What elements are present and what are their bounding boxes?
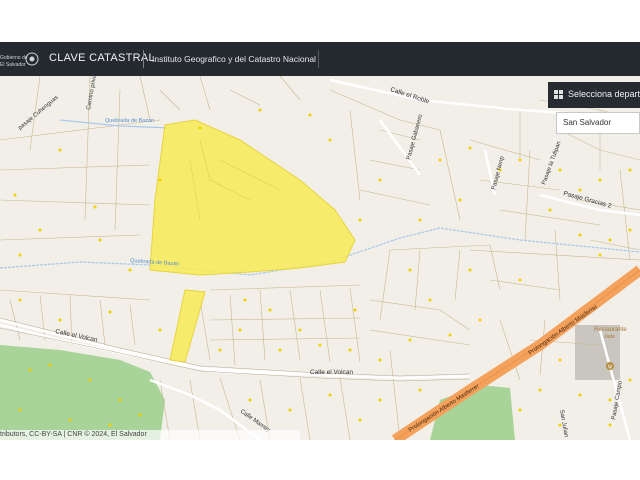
- top-margin: [0, 0, 640, 42]
- label-restaurante: Restaurante: [594, 327, 627, 333]
- department-select[interactable]: San Salvador: [556, 112, 640, 134]
- app-title: CLAVE CATASTRAL: [49, 52, 155, 64]
- header-divider-2: [318, 50, 319, 68]
- label-restaurante-sub: Jade: [604, 334, 615, 340]
- org-title: Instituto Geografico y del Catastro Naci…: [152, 54, 316, 64]
- department-panel-header[interactable]: Selecciona departamento: [548, 82, 640, 108]
- map-attribution: tributors, CC-BY-SA | CNR © 2024, El Sal…: [0, 430, 300, 440]
- logo-line-1: Gobierno de: [0, 55, 28, 61]
- map-canvas[interactable]: Ψ Calle el Roble pasaje Cuhenguas Camino…: [0, 76, 640, 440]
- label-calle-el-volcan-2: Calle el Volcan: [310, 369, 353, 376]
- bottom-margin: [0, 440, 640, 480]
- label-quebrada-1: Quebrada de Bazan: [105, 118, 154, 124]
- svg-text:Ψ: Ψ: [608, 365, 613, 371]
- grid-icon: [554, 90, 563, 99]
- map-view[interactable]: Ψ Calle el Roble pasaje Cuhenguas Camino…: [0, 76, 640, 440]
- logo-line-2: El Salvador: [0, 62, 26, 68]
- department-select-value: San Salvador: [563, 118, 612, 127]
- government-logo: Gobierno de El Salvador: [0, 47, 42, 71]
- app-header: Gobierno de El Salvador CLAVE CATASTRAL …: [0, 42, 640, 76]
- department-panel-label: Selecciona departamento: [568, 89, 640, 99]
- header-divider: [143, 50, 144, 68]
- emblem-icon: [25, 52, 39, 66]
